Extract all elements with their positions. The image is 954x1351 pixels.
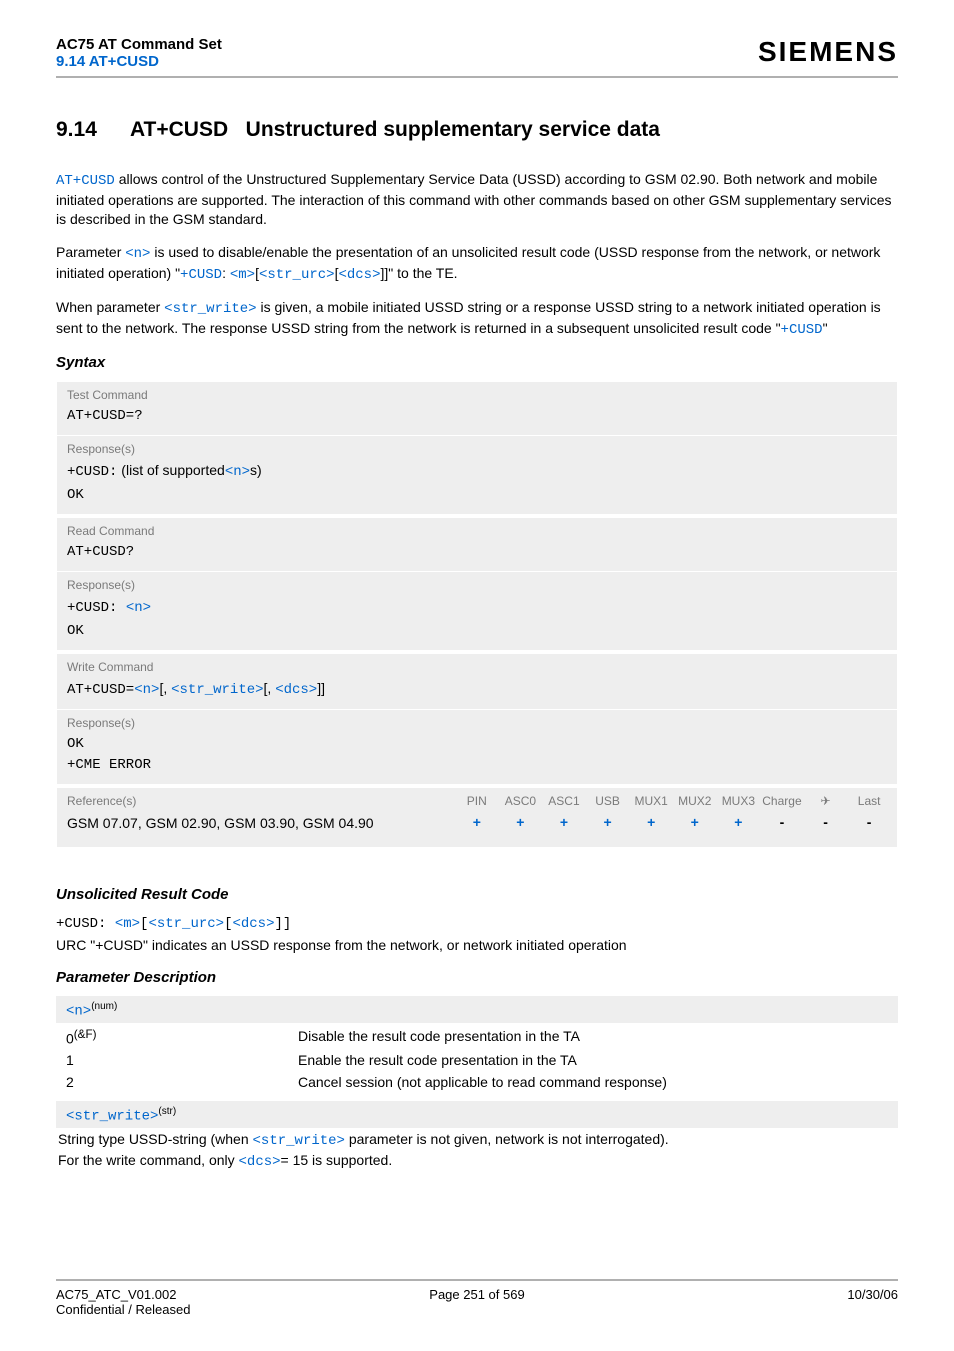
footer-right: 10/30/06 xyxy=(847,1287,898,1317)
dcs-link[interactable]: <dcs> xyxy=(338,267,380,283)
page-footer: AC75_ATC_V01.002 Confidential / Released… xyxy=(56,1279,898,1317)
reference-values: + + + + + + + - - - xyxy=(455,812,897,833)
atcusd-link[interactable]: AT+CUSD xyxy=(56,173,115,189)
test-response-label: Response(s) xyxy=(57,436,897,460)
intro-p2: Parameter <n> is used to disable/enable … xyxy=(56,243,898,285)
section-heading: 9.14 AT+CUSD Unstructured supplementary … xyxy=(56,118,898,142)
intro-p1: AT+CUSD allows control of the Unstructur… xyxy=(56,170,898,229)
reference-cols: PIN ASC0 ASC1 USB MUX1 MUX2 MUX3 Charge … xyxy=(455,788,897,812)
section-desc: Unstructured supplementary service data xyxy=(246,118,660,141)
doc-title: AC75 AT Command Set xyxy=(56,36,222,53)
write-command-label: Write Command xyxy=(57,654,897,678)
urc-code: +CUSD: <m>[<str_urc>[<dcs>]] xyxy=(56,913,898,934)
test-command-box: Test Command AT+CUSD=? Response(s) +CUSD… xyxy=(56,381,898,515)
section-number: 9.14 xyxy=(56,118,97,142)
write-response-label: Response(s) xyxy=(57,710,897,734)
read-response-label: Response(s) xyxy=(57,572,897,596)
section-cmd: AT+CUSD xyxy=(130,118,228,141)
footer-left: AC75_ATC_V01.002 Confidential / Released xyxy=(56,1287,190,1317)
read-command-label: Read Command xyxy=(57,518,897,542)
airplane-icon: ✈ xyxy=(804,794,848,808)
param-desc-heading: Parameter Description xyxy=(56,969,898,986)
write-command: AT+CUSD=<n>[, <str_write>[, <dcs>]] xyxy=(57,678,897,709)
table-row: 0(&F) Disable the result code presentati… xyxy=(56,1025,898,1050)
intro-p3: When parameter <str_write> is given, a m… xyxy=(56,298,898,340)
test-response: +CUSD: (list of supported<n>s) OK xyxy=(57,460,897,514)
strwrite-link[interactable]: <str_write> xyxy=(164,301,256,317)
write-command-box: Write Command AT+CUSD=<n>[, <str_write>[… xyxy=(56,653,898,785)
param-strwrite-header: <str_write>(str) xyxy=(56,1101,898,1128)
header-left: AC75 AT Command Set 9.14 AT+CUSD xyxy=(56,36,222,70)
m-param-link[interactable]: <m> xyxy=(230,267,255,283)
strwrite-desc1: String type USSD-string (when <str_write… xyxy=(56,1130,898,1151)
syntax-heading: Syntax xyxy=(56,354,898,371)
page-header: AC75 AT Command Set 9.14 AT+CUSD SIEMENS xyxy=(56,36,898,78)
doc-subtitle: 9.14 AT+CUSD xyxy=(56,53,222,70)
brand-logo: SIEMENS xyxy=(758,36,898,68)
reference-data: GSM 07.07, GSM 02.90, GSM 03.90, GSM 04.… xyxy=(57,812,897,847)
reference-header: Reference(s) PIN ASC0 ASC1 USB MUX1 MUX2… xyxy=(57,788,897,812)
urc-desc: URC "+CUSD" indicates an USSD response f… xyxy=(56,936,898,955)
write-response: OK +CME ERROR xyxy=(57,734,897,784)
reference-label: Reference(s) xyxy=(57,788,455,812)
test-command: AT+CUSD=? xyxy=(57,406,897,435)
table-row: 1 Enable the result code presentation in… xyxy=(56,1049,898,1071)
table-row: 2 Cancel session (not applicable to read… xyxy=(56,1071,898,1093)
param-n-header: <n>(num) xyxy=(56,996,898,1023)
test-command-label: Test Command xyxy=(57,382,897,406)
read-command: AT+CUSD? xyxy=(57,542,897,571)
n-param-link[interactable]: <n> xyxy=(125,246,150,262)
strurc-link[interactable]: <str_urc> xyxy=(259,267,335,283)
reference-box: Reference(s) PIN ASC0 ASC1 USB MUX1 MUX2… xyxy=(56,787,898,848)
reference-text: GSM 07.07, GSM 02.90, GSM 03.90, GSM 04.… xyxy=(57,812,455,833)
read-response: +CUSD: <n> OK xyxy=(57,596,897,650)
strwrite-desc2: For the write command, only <dcs>= 15 is… xyxy=(56,1151,898,1172)
urc-heading: Unsolicited Result Code xyxy=(56,886,898,903)
read-command-box: Read Command AT+CUSD? Response(s) +CUSD:… xyxy=(56,517,898,651)
